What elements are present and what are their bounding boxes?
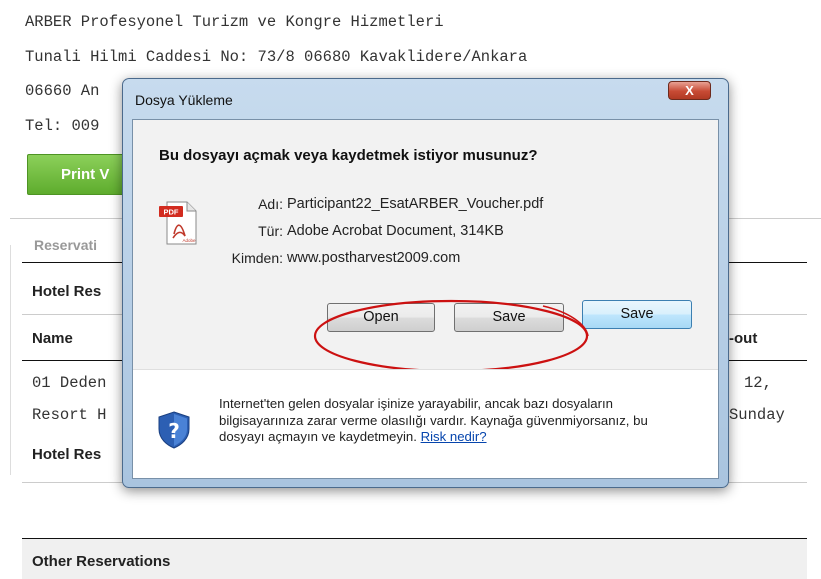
file-name-value: Participant22_EsatARBER_Voucher.pdf — [287, 196, 544, 212]
svg-text:?: ? — [168, 419, 180, 443]
save-default-button[interactable]: Save — [582, 300, 692, 329]
dialog-title: Dosya Yükleme — [135, 92, 233, 108]
company-address: Tunali Hilmi Caddesi No: 73/8 06680 Kava… — [25, 48, 528, 66]
other-reservations-box: Other Reservations — [22, 538, 807, 579]
risk-link[interactable]: Risk nedir? — [421, 429, 487, 444]
hotel-reservations-header-2: Hotel Res — [32, 446, 102, 463]
security-warning-panel: ? Internet'ten gelen dosyalar işinize ya… — [133, 369, 718, 478]
table-cell: 12, — [744, 374, 772, 392]
highlight-ellipse — [313, 299, 589, 373]
file-type-value: Adobe Acrobat Document, 314KB — [287, 223, 504, 239]
table-cell: Resort H — [32, 406, 107, 424]
company-phone: Tel: 009 — [25, 117, 100, 135]
company-name: ARBER Profesyonel Turizm ve Kongre Hizme… — [25, 13, 444, 31]
file-source-value: www.postharvest2009.com — [287, 250, 461, 266]
hotel-reservations-header: Hotel Res — [32, 283, 102, 300]
dialog-content: Bu dosyayı açmak veya kaydetmek istiyor … — [132, 119, 719, 479]
dialog-question: Bu dosyayı açmak veya kaydetmek istiyor … — [159, 147, 538, 164]
fieldset-border — [10, 245, 11, 475]
file-download-dialog: Dosya Yükleme X Bu dosyayı açmak veya ka… — [122, 78, 729, 488]
close-button[interactable]: X — [668, 81, 711, 100]
name-column-header: Name — [32, 330, 73, 347]
table-cell: 01 Deden — [32, 374, 107, 392]
company-postal: 06660 An — [25, 82, 100, 100]
other-reservations-header: Other Reservations — [32, 553, 171, 570]
file-type-label: Tür: — [258, 223, 283, 239]
file-name-label: Adı: — [258, 196, 283, 212]
reservations-legend: Reservati — [34, 237, 98, 253]
shield-question-icon: ? — [158, 411, 190, 449]
checkout-column-header: -out — [729, 330, 758, 347]
security-warning-text: Internet'ten gelen dosyalar işinize yara… — [219, 396, 689, 446]
file-source-label: Kimden: — [231, 250, 283, 266]
table-cell: Sunday — [729, 406, 785, 424]
